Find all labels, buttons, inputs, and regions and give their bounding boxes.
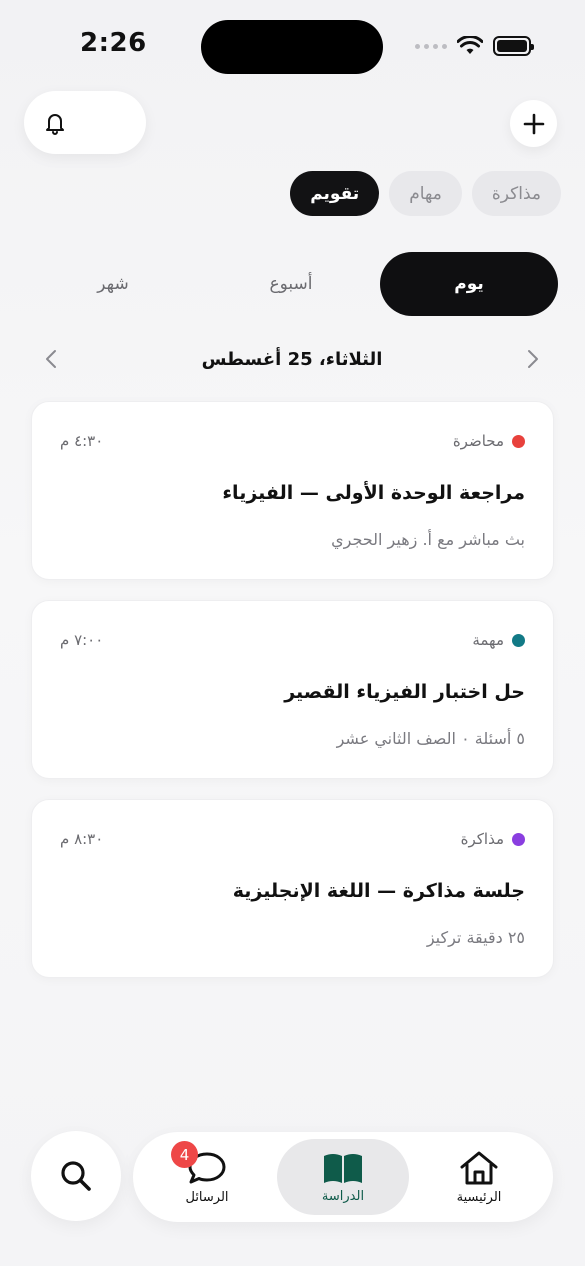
wifi-icon (457, 36, 483, 54)
notifications-button[interactable] (24, 91, 146, 154)
event-subtitle: بث مباشر مع أ. زهير الحجري (331, 530, 525, 549)
tab-day[interactable]: يوم (380, 252, 558, 316)
status-time: 2:26 (80, 28, 147, 58)
event-card[interactable]: ٨:٣٠ م مذاكرة جلسة مذاكرة — اللغة الإنجل… (31, 799, 554, 978)
current-date: الثلاثاء، 25 أغسطس (201, 348, 383, 370)
event-card[interactable]: ٤:٣٠ م محاضرة مراجعة الوحدة الأولى — الف… (31, 401, 554, 580)
tab-study[interactable]: الدراسة (277, 1139, 409, 1215)
status-indicators (415, 36, 534, 56)
tab-messages[interactable]: 4 الرسائل (141, 1139, 273, 1215)
previous-day-button[interactable] (36, 344, 66, 374)
section-chips: مذاكرة مهام تقويم (290, 171, 561, 216)
tab-bar: الرئيسية الدراسة 4 الرسائل (133, 1132, 553, 1222)
event-type: مذاكرة (460, 830, 504, 848)
event-subtitle: ٢٥ دقيقة تركيز (426, 928, 525, 947)
tab-study-label: الدراسة (321, 1188, 365, 1204)
event-type: محاضرة (452, 432, 504, 450)
event-type-dot (512, 633, 525, 647)
chevron-left-icon (46, 350, 56, 368)
home-icon (460, 1151, 498, 1184)
messages-badge: 4 (171, 1141, 198, 1168)
tab-week[interactable]: أسبوع (202, 252, 380, 316)
event-subtitle: ٥ أسئلة ٠ الصف الثاني عشر (336, 729, 525, 748)
date-navigation: الثلاثاء، 25 أغسطس (36, 337, 548, 381)
search-button[interactable] (31, 1131, 121, 1221)
add-button[interactable] (510, 100, 557, 147)
event-time: ٨:٣٠ م (60, 830, 104, 848)
event-title: مراجعة الوحدة الأولى — الفيزياء (222, 482, 525, 504)
event-card[interactable]: ٧:٠٠ م مهمة حل اختبار الفيزياء القصير ٥ … (31, 600, 554, 779)
dynamic-island (201, 20, 383, 74)
tab-month[interactable]: شهر (24, 252, 202, 316)
event-title: جلسة مذاكرة — اللغة الإنجليزية (232, 880, 525, 902)
tab-messages-label: الرسائل (185, 1189, 229, 1205)
search-icon (61, 1161, 91, 1191)
event-type: مهمة (472, 631, 504, 649)
event-type-dot (512, 434, 525, 448)
bell-icon (46, 113, 64, 135)
tab-home-label: الرئيسية (456, 1189, 502, 1205)
signal-icon (415, 43, 447, 49)
book-icon (324, 1153, 362, 1183)
event-time: ٧:٠٠ م (60, 631, 104, 649)
view-switcher: يوم أسبوع شهر (24, 252, 558, 316)
next-day-button[interactable] (518, 344, 548, 374)
chip-study[interactable]: مذاكرة (471, 171, 561, 216)
event-type-dot (512, 832, 525, 846)
tab-home[interactable]: الرئيسية (413, 1139, 545, 1215)
plus-icon (523, 113, 544, 134)
chevron-right-icon (528, 350, 538, 368)
event-title: حل اختبار الفيزياء القصير (284, 681, 525, 703)
chip-tasks[interactable]: مهام (389, 171, 462, 216)
event-time: ٤:٣٠ م (60, 432, 104, 450)
battery-icon (493, 36, 534, 56)
chip-calendar[interactable]: تقويم (290, 171, 380, 216)
